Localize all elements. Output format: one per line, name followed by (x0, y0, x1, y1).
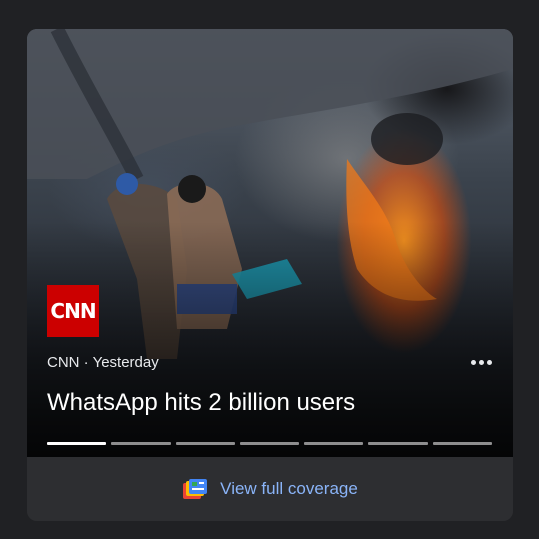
more-options-button[interactable] (467, 352, 495, 372)
source-logo: CNN (47, 285, 99, 337)
story-image[interactable]: CNN CNN · Yesterday WhatsApp hits 2 bill… (27, 29, 513, 457)
more-dot (478, 359, 484, 365)
publish-time: Yesterday (92, 354, 159, 371)
more-dot (470, 359, 476, 365)
view-full-coverage-button[interactable]: View full coverage (27, 457, 513, 521)
meta-separator: · (79, 354, 93, 371)
more-dot (486, 359, 492, 365)
view-full-coverage-label: View full coverage (220, 479, 358, 498)
progress-segment (368, 442, 428, 445)
source-logo-text: CNN (50, 299, 96, 323)
source-name: CNN (47, 354, 80, 371)
story-progress (47, 442, 492, 445)
story-meta: CNN · Yesterday (47, 354, 159, 371)
progress-segment (111, 442, 171, 445)
full-coverage-icon (183, 479, 208, 499)
progress-segment (175, 442, 235, 445)
progress-segment (239, 442, 300, 445)
progress-segment (304, 442, 364, 445)
news-story-card[interactable]: CNN CNN · Yesterday WhatsApp hits 2 bill… (27, 29, 513, 521)
progress-segment (432, 442, 492, 445)
story-headline[interactable]: WhatsApp hits 2 billion users (47, 389, 487, 417)
progress-segment (47, 442, 107, 445)
